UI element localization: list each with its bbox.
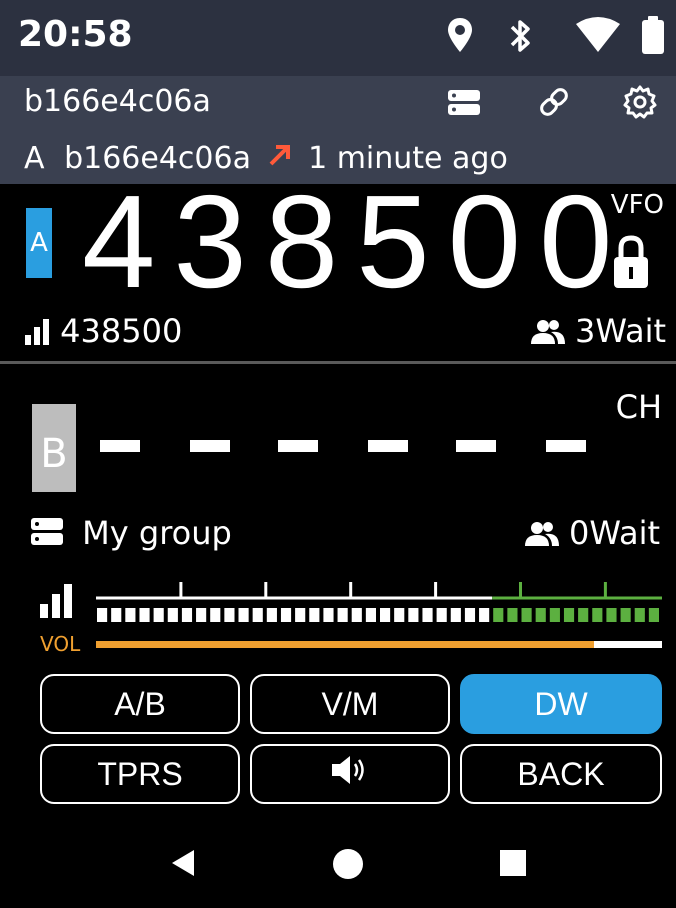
navigation-bar: [0, 820, 676, 908]
frequency-dash: [456, 440, 496, 452]
meter-segment: [592, 608, 603, 622]
frequency-dash: [546, 440, 586, 452]
band-b-badge[interactable]: B: [32, 404, 76, 492]
server-icon[interactable]: [446, 84, 482, 124]
band-a-badge: A: [26, 208, 52, 278]
meter-segment: [634, 608, 645, 622]
tprs-button[interactable]: TPRS: [40, 744, 240, 804]
band-a-frequency[interactable]: 438500: [82, 176, 630, 308]
volume-label: VOL: [40, 632, 81, 656]
meter-segment: [479, 608, 490, 622]
meter-segment: [351, 608, 362, 622]
meter-segment: [252, 608, 263, 622]
wifi-icon: [574, 16, 622, 60]
back-nav-icon[interactable]: [170, 848, 196, 882]
meter-segment: [323, 608, 334, 622]
band-divider: [0, 361, 676, 364]
meter-segment: [111, 608, 122, 622]
users-icon: [524, 514, 569, 552]
meter-segment: [563, 608, 575, 622]
meter-segment: [167, 608, 178, 622]
meter-segment: [97, 608, 108, 622]
meter-segment: [309, 608, 320, 622]
volume-bar[interactable]: [96, 641, 662, 648]
meter-segment: [266, 608, 277, 622]
meter-segment: [224, 608, 235, 622]
link-icon[interactable]: [536, 84, 572, 124]
meter-segment: [153, 608, 164, 622]
frequency-dash: [368, 440, 408, 452]
battery-icon: [640, 16, 666, 60]
meter-segment: [436, 608, 447, 622]
band-a-rx-frequency: 438500: [24, 312, 182, 350]
meter-segment: [408, 608, 419, 622]
band-b-wait: 0Wait: [524, 514, 660, 552]
meter-segment: [578, 608, 589, 622]
bluetooth-icon: [506, 16, 534, 60]
device-id: b166e4c06a: [24, 84, 211, 119]
meter-segment: [549, 608, 560, 622]
status-time: 20:58: [18, 14, 133, 55]
settings-icon[interactable]: [622, 84, 658, 124]
meter-segment: [521, 608, 532, 622]
band-a-wait-count: 3Wait: [575, 312, 666, 350]
vm-button[interactable]: V/M: [250, 674, 450, 734]
back-button[interactable]: BACK: [460, 744, 662, 804]
signal-icon: [24, 312, 60, 350]
band-a-panel[interactable]: A 438500 VFO 438500 3Wait: [0, 176, 676, 360]
meter-segment: [450, 608, 461, 622]
speaker-button[interactable]: [250, 744, 450, 804]
users-icon: [530, 312, 575, 350]
meter-segment: [620, 608, 631, 622]
meter-segment: [394, 608, 405, 622]
lock-icon[interactable]: [612, 234, 650, 294]
last-activity-band: A: [24, 141, 45, 176]
ab-button[interactable]: A/B: [40, 674, 240, 734]
meter-segment: [606, 608, 617, 622]
server-icon: [30, 514, 74, 552]
group-selector[interactable]: My group: [30, 514, 232, 552]
meter-segment: [196, 608, 207, 622]
meter-segment: [280, 608, 292, 622]
group-name: My group: [82, 514, 232, 552]
meter-segment: [181, 608, 193, 622]
status-bar: 20:58: [0, 0, 676, 76]
home-nav-icon[interactable]: [332, 848, 364, 884]
volume-fill: [96, 641, 595, 648]
meter-segment: [464, 608, 476, 622]
band-b-channel-label: CH: [615, 388, 662, 426]
signal-strength-icon: [40, 584, 74, 622]
dw-button[interactable]: DW: [460, 674, 662, 734]
meter-segment: [125, 608, 136, 622]
meter-segment: [648, 608, 659, 622]
meter-segment: [380, 608, 391, 622]
meter-segment: [139, 608, 150, 622]
meter-segment: [507, 608, 518, 622]
meter-segment: [295, 608, 306, 622]
meter-segment: [337, 608, 348, 622]
meter-segment: [535, 608, 546, 622]
band-a-mode: VFO: [610, 190, 664, 220]
meter-segment: [210, 608, 221, 622]
location-icon: [446, 16, 474, 60]
rx-frequency-value: 438500: [60, 312, 183, 350]
meter-segment: [493, 608, 504, 622]
frequency-dash: [190, 440, 230, 452]
speaker-icon: [330, 754, 370, 794]
band-b-wait-count: 0Wait: [569, 514, 660, 552]
frequency-dash: [100, 440, 140, 452]
meter-segment: [238, 608, 249, 622]
frequency-dash: [278, 440, 318, 452]
signal-meter: [96, 582, 662, 622]
recents-nav-icon[interactable]: [500, 850, 526, 880]
band-a-wait: 3Wait: [530, 312, 666, 350]
meter-segment: [422, 608, 433, 622]
meter-segment: [365, 608, 376, 622]
